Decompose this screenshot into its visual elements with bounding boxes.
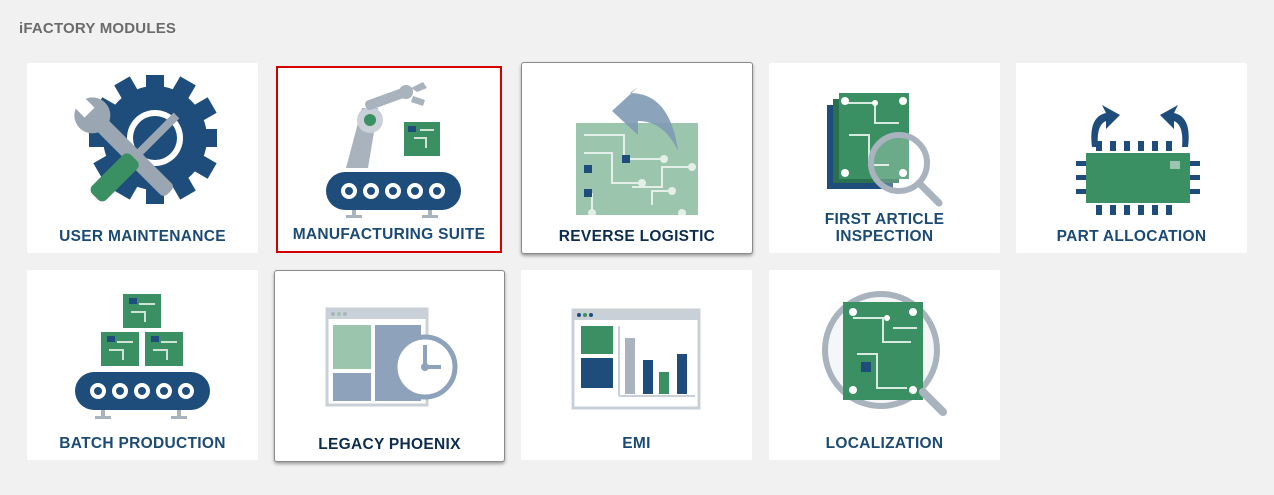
section-title: iFACTORY MODULES	[19, 20, 177, 37]
module-label: LEGACY PHOENIX	[318, 436, 461, 453]
module-tile-user-maintenance[interactable]: USER MAINTENANCE	[27, 63, 258, 253]
magnified-circuit-board-icon	[822, 291, 947, 416]
module-label: EMI	[622, 435, 651, 452]
stacked-boards-conveyor-icon	[75, 294, 210, 419]
module-label: FIRST ARTICLE INSPECTION	[769, 211, 1000, 245]
module-label: BATCH PRODUCTION	[59, 435, 226, 452]
circuit-board-return-arrow-icon	[576, 87, 698, 215]
module-tile-batch-production[interactable]: BATCH PRODUCTION	[27, 270, 258, 460]
gear-wrench-screwdriver-icon	[71, 75, 217, 204]
window-bar-chart-icon	[571, 308, 701, 410]
module-tile-part-allocation[interactable]: PART ALLOCATION	[1016, 63, 1247, 253]
module-label: USER MAINTENANCE	[59, 228, 226, 245]
module-tile-reverse-logistic[interactable]: REVERSE LOGISTIC	[521, 62, 753, 254]
module-tile-emi[interactable]: EMI	[521, 270, 752, 460]
module-label: REVERSE LOGISTIC	[558, 228, 716, 245]
window-clock-icon	[325, 307, 458, 407]
module-label-line2: INSPECTION	[835, 228, 934, 245]
module-label: MANUFACTURING SUITE	[292, 226, 486, 243]
module-tile-first-article-inspection[interactable]: FIRST ARTICLE INSPECTION	[769, 63, 1000, 253]
module-label: PART ALLOCATION	[1056, 228, 1207, 245]
module-tile-manufacturing-suite[interactable]: MANUFACTURING SUITE	[276, 66, 502, 253]
module-label-line1: FIRST ARTICLE	[824, 211, 945, 228]
robot-arm-conveyor-icon	[326, 82, 461, 218]
module-tile-legacy-phoenix[interactable]: LEGACY PHOENIX	[274, 270, 505, 462]
module-tile-localization[interactable]: LOCALIZATION	[769, 270, 1000, 460]
circuit-board-magnifier-icon	[827, 93, 943, 207]
chip-arrows-icon	[1076, 105, 1200, 215]
module-label: LOCALIZATION	[825, 435, 944, 452]
